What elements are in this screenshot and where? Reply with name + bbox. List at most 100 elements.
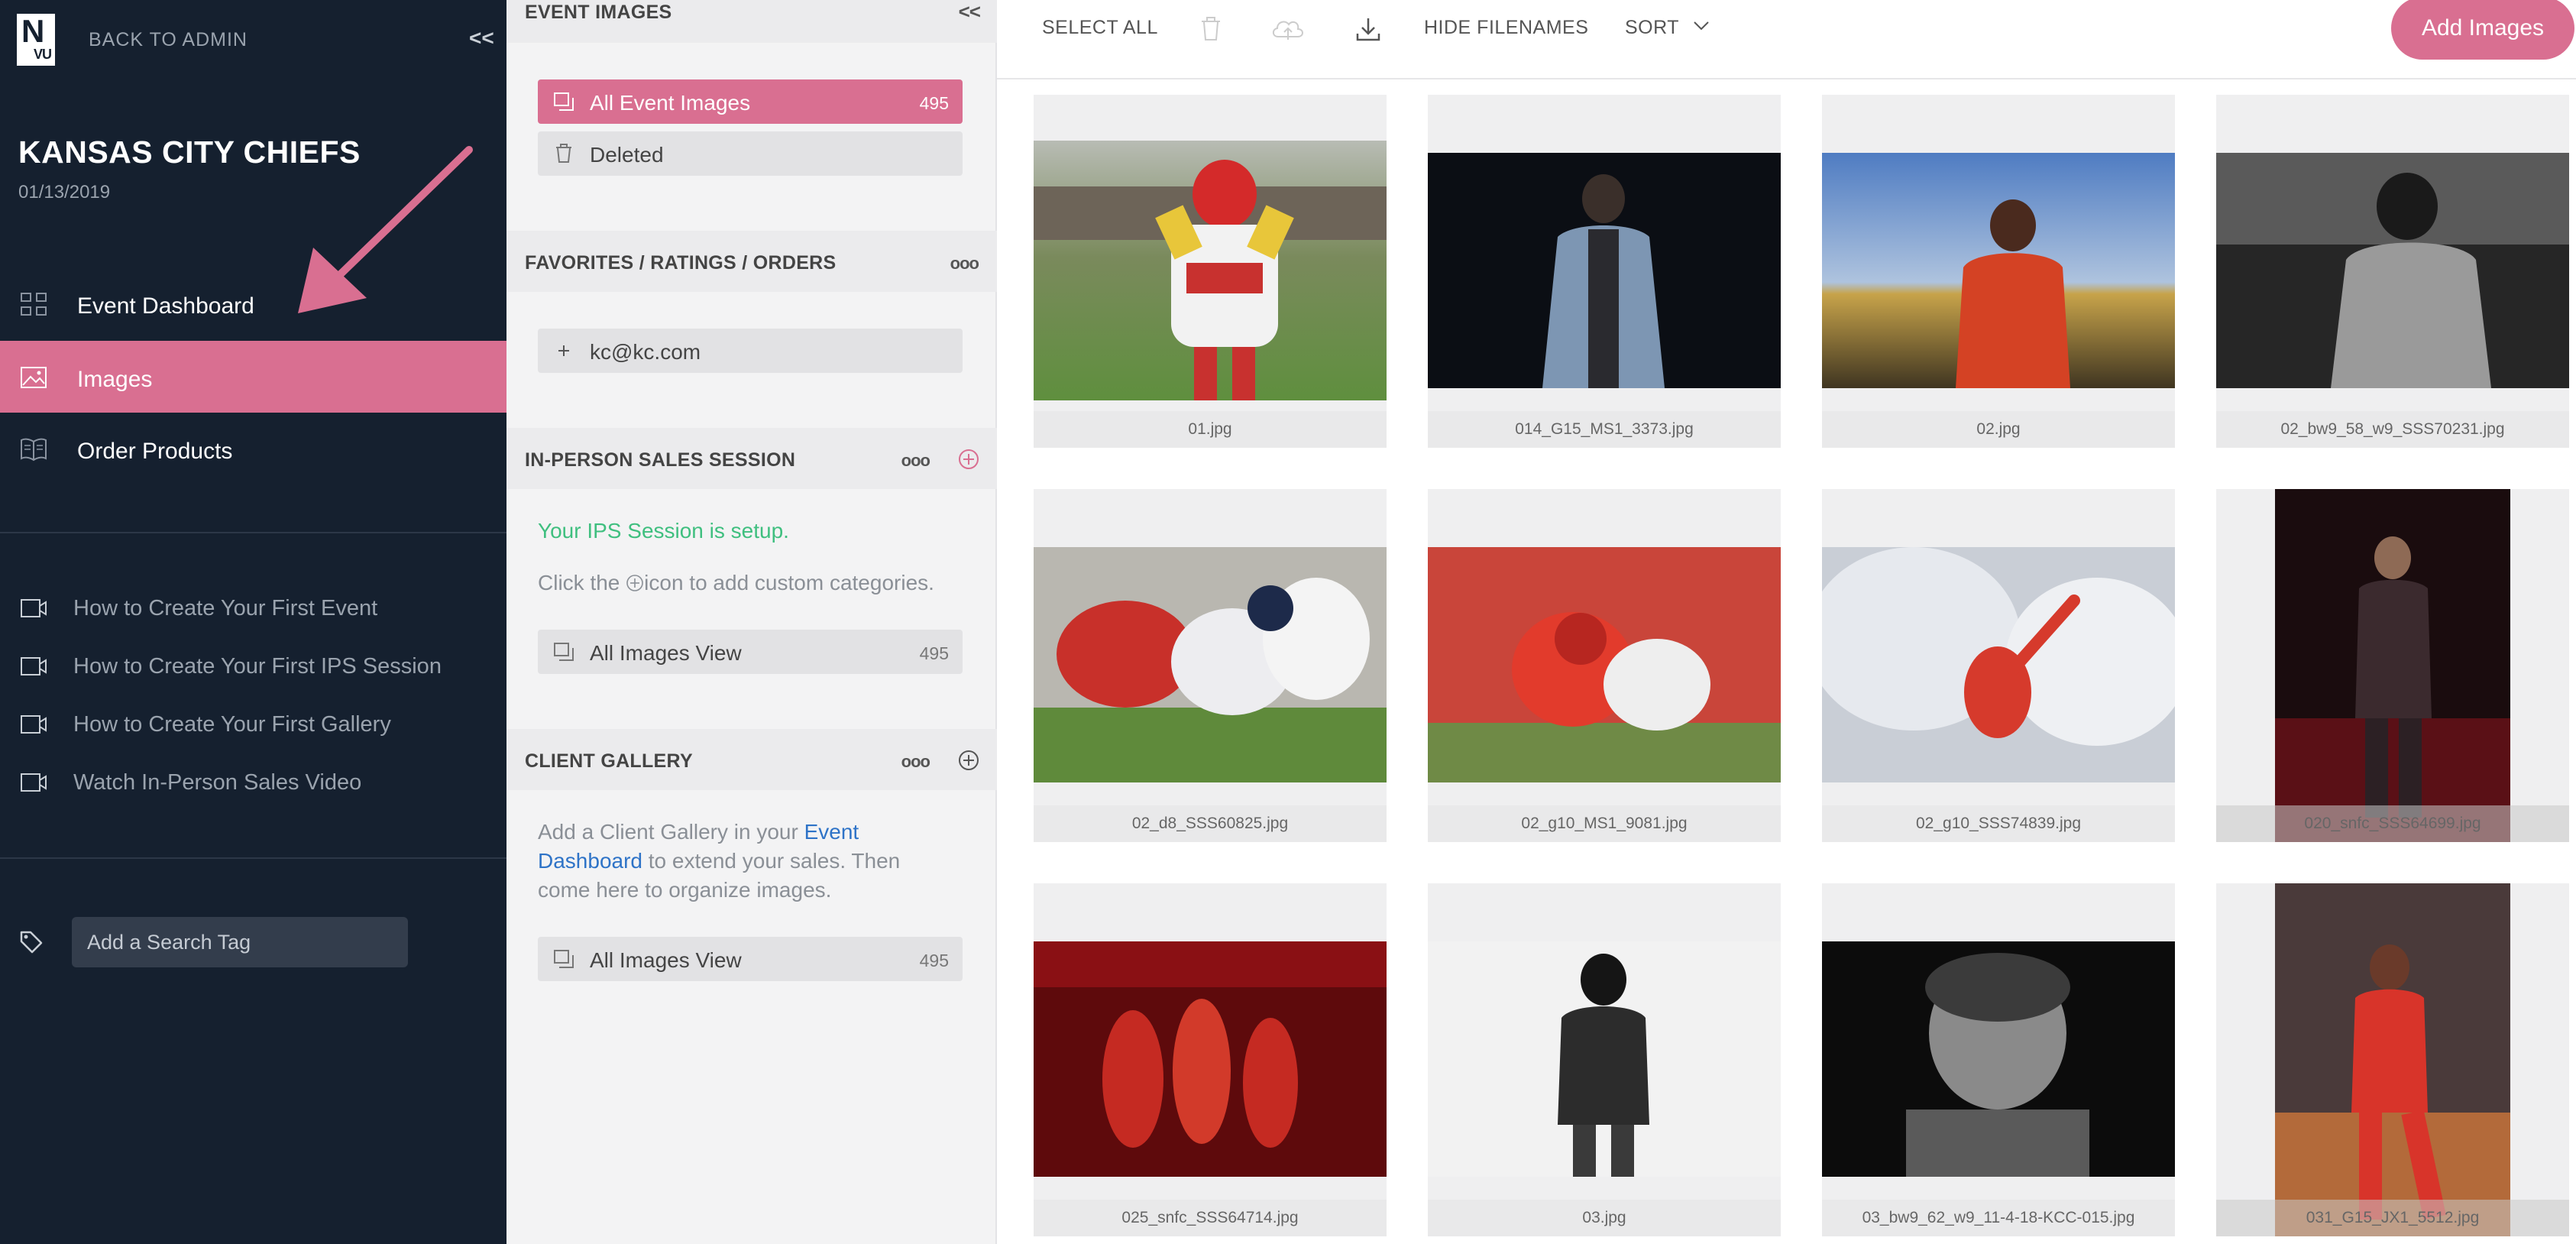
image-card[interactable]: 020_snfc_SSS64699.jpg [2216,489,2569,842]
event-images-header: EVENT IMAGES << [506,0,997,43]
photo-thumbnail [1034,941,1387,1177]
photo-thumbnail [1822,941,2175,1177]
video-icon [21,715,47,734]
nav-item-event-dashboard[interactable]: Event Dashboard [0,267,506,339]
help-link-ips-video[interactable]: Watch In-Person Sales Video [0,758,506,804]
photo-thumbnail [1428,153,1781,388]
event-dashboard-link[interactable]: Event [804,820,859,844]
item-count: 495 [919,643,949,663]
client-gallery-header: CLIENT GALLERY ooo [506,729,997,790]
event-dashboard-link[interactable]: Dashboard [538,849,642,873]
collapse-panel-button[interactable]: << [959,0,981,24]
favorites-more-button[interactable]: ooo [950,254,979,274]
section-title: CLIENT GALLERY [525,750,693,772]
image-card[interactable]: 03_bw9_62_w9_11-4-18-KCC-015.jpg [1822,883,2175,1236]
photo-thumbnail [2216,153,2569,388]
section-title: FAVORITES / RATINGS / ORDERS [525,252,837,274]
section-title: IN-PERSON SALES SESSION [525,449,796,471]
help-link-first-ips-session[interactable]: How to Create Your First IPS Session [0,642,506,688]
add-gallery-icon[interactable] [957,749,980,772]
image-card[interactable]: 02_g10_SSS74839.jpg [1822,489,2175,842]
left-sidebar: N VU BACK TO ADMIN << KANSAS CITY CHIEFS… [0,0,506,1244]
deleted-images-item[interactable]: Deleted [538,131,963,176]
image-filename: 02_d8_SSS60825.jpg [1034,805,1387,842]
images-stack-icon [554,950,574,968]
image-card[interactable]: 014_G15_MS1_3373.jpg [1428,95,1781,448]
nav-item-label: Event Dashboard [77,293,254,319]
add-category-icon[interactable] [957,448,980,471]
photo-thumbnail [2275,883,2510,1236]
sort-label: SORT [1625,17,1679,38]
image-card[interactable]: 025_snfc_SSS64714.jpg [1034,883,1387,1236]
video-icon [21,599,47,617]
video-icon [21,773,47,792]
ips-all-images-view-item[interactable]: All Images View 495 [538,630,963,674]
image-card[interactable]: 03.jpg [1428,883,1781,1236]
chevron-down-icon [1694,21,1709,31]
item-label: All Images View [590,641,742,665]
favorites-user-item[interactable]: kc@kc.com [538,329,963,373]
event-date: 01/13/2019 [18,182,111,202]
photo-thumbnail [1034,547,1387,782]
image-card[interactable]: 02_g10_MS1_9081.jpg [1428,489,1781,842]
help-link-first-gallery[interactable]: How to Create Your First Gallery [0,700,506,746]
help-link-label: Watch In-Person Sales Video [73,770,362,795]
help-link-first-event[interactable]: How to Create Your First Event [0,584,506,630]
select-all-button[interactable]: SELECT ALL [1042,17,1158,39]
image-card[interactable]: 01.jpg [1034,95,1387,448]
ips-status-text: Your IPS Session is setup. [538,519,789,543]
image-card[interactable]: 02.jpg [1822,95,2175,448]
collapse-sidebar-button[interactable]: << [469,26,494,50]
tag-icon [20,931,43,954]
sort-dropdown[interactable]: SORT [1625,17,1710,39]
help-text-part: to extend your sales. Then [642,849,901,873]
images-stack-icon [554,643,574,661]
nav-item-images[interactable]: Images [0,341,506,413]
nav-item-label: Images [77,367,153,392]
book-icon [21,438,47,462]
image-filename: 031_G15_JX1_5512.jpg [2216,1200,2569,1236]
image-card[interactable]: 02_bw9_58_w9_SSS70231.jpg [2216,95,2569,448]
search-tag-input[interactable] [72,917,408,967]
image-filename: 02_bw9_58_w9_SSS70231.jpg [2216,411,2569,448]
trash-icon[interactable] [1196,14,1226,44]
item-label: All Images View [590,948,742,972]
all-event-images-item[interactable]: All Event Images 495 [538,79,963,124]
images-toolbar: SELECT ALL HIDE FILENAMES SORT Add Image… [997,0,2576,79]
help-link-label: How to Create Your First IPS Session [73,654,442,679]
add-images-button[interactable]: Add Images [2391,0,2574,60]
image-card[interactable]: 02_d8_SSS60825.jpg [1034,489,1387,842]
item-count: 495 [919,93,949,113]
help-link-label: How to Create Your First Event [73,596,378,620]
ips-hint-after: icon to add custom categories. [644,571,934,594]
gallery-all-images-view-item[interactable]: All Images View 495 [538,937,963,981]
download-icon[interactable] [1353,14,1383,44]
image-filename: 02.jpg [1822,411,2175,448]
images-stack-icon [554,92,574,111]
item-label: All Event Images [590,91,751,115]
logo-letters-vu: VU [34,47,52,62]
item-label: kc@kc.com [590,340,701,364]
photo-thumbnail [1428,547,1781,782]
inline-plus-circle-icon [626,575,643,591]
back-to-admin-link[interactable]: BACK TO ADMIN [89,29,248,51]
app-logo[interactable]: N VU [17,14,55,66]
item-count: 495 [919,951,949,970]
ips-hint-before: Click the [538,571,626,594]
ips-header: IN-PERSON SALES SESSION ooo [506,428,997,489]
client-gallery-more-button[interactable]: ooo [901,752,930,772]
cloud-upload-icon[interactable] [1269,14,1307,44]
photo-thumbnail [1428,941,1781,1177]
grid-icon [21,293,47,316]
image-filename: 014_G15_MS1_3373.jpg [1428,411,1781,448]
image-filename: 020_snfc_SSS64699.jpg [2216,805,2569,842]
logo-letter-n: N [21,13,45,49]
ips-more-button[interactable]: ooo [901,451,930,471]
hide-filenames-button[interactable]: HIDE FILENAMES [1424,17,1588,39]
nav-item-order-products[interactable]: Order Products [0,413,506,484]
image-card[interactable]: 031_G15_JX1_5512.jpg [2216,883,2569,1236]
photo-thumbnail [1034,141,1387,400]
image-filename: 01.jpg [1034,411,1387,448]
image-filename: 03_bw9_62_w9_11-4-18-KCC-015.jpg [1822,1200,2175,1236]
plus-icon [558,345,569,356]
